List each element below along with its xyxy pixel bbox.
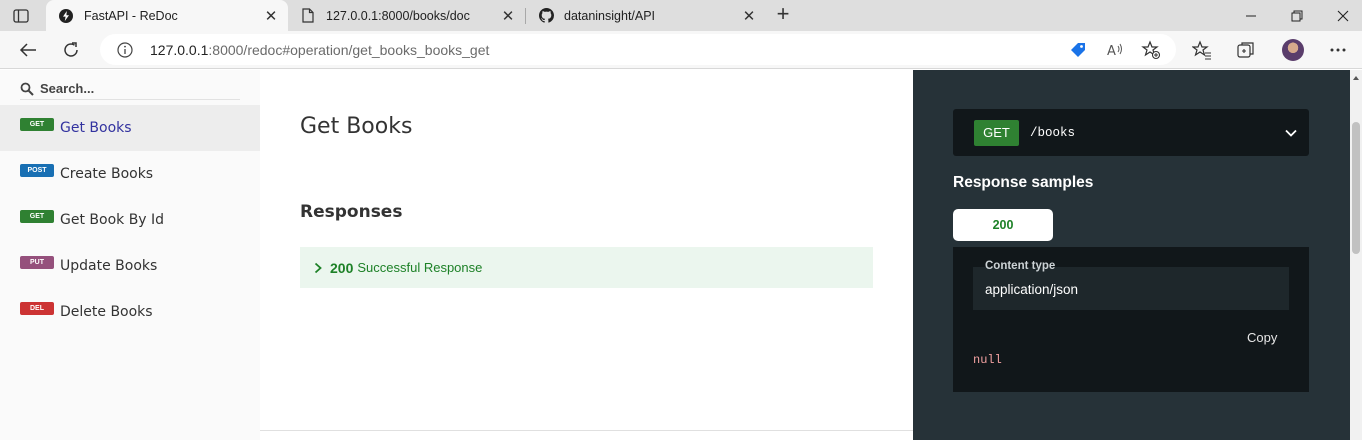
minimize-button[interactable] [1228, 0, 1274, 31]
page-icon [300, 8, 316, 24]
content-type-label: Content type [985, 260, 1056, 272]
content-type-value: application/json [985, 282, 1079, 297]
tab-fastapi-redoc[interactable]: FastAPI - ReDoc ✕ [46, 0, 288, 31]
github-icon [538, 8, 554, 24]
add-favorite-icon[interactable] [1141, 40, 1161, 60]
sidebar-item-label: Delete Books [60, 304, 153, 320]
samples-panel: GET /books Response samples 200 Content … [913, 70, 1350, 440]
bolt-icon [58, 8, 74, 24]
address-bar[interactable]: 127.0.0.1:8000/redoc#operation/get_books… [100, 34, 1176, 65]
sidebar-item-get-book-by-id[interactable]: GET Get Book By Id [0, 197, 260, 243]
endpoint-path: /books [1030, 125, 1076, 140]
chevron-right-icon [314, 261, 324, 275]
sidebar-item-create-books[interactable]: POST Create Books [0, 151, 260, 197]
close-icon[interactable]: ✕ [262, 7, 280, 25]
method-badge: GET [20, 117, 54, 131]
sidebar-item-label: Get Books [60, 120, 132, 136]
sidebar: GET Get Books POST Create Books GET Get … [0, 70, 260, 440]
tab-books-doc[interactable]: 127.0.0.1:8000/books/doc ✕ [288, 0, 525, 31]
sidebar-item-label: Update Books [60, 258, 158, 274]
url-path: :8000/redoc#operation/get_books_books_ge… [208, 41, 490, 58]
tab-github-api[interactable]: dataninsight/API ✕ [526, 0, 766, 31]
tab-status-200[interactable]: 200 [953, 209, 1053, 241]
tab-title: dataninsight/API [564, 8, 656, 23]
sample-panel: Content type application/json Copy null [953, 247, 1309, 392]
browser-tabstrip: FastAPI - ReDoc ✕ 127.0.0.1:8000/books/d… [0, 0, 1362, 31]
response-samples-heading: Response samples [953, 174, 1094, 191]
favorites-icon[interactable] [1191, 39, 1213, 61]
coupon-tag-icon[interactable] [1068, 40, 1088, 60]
url-host: 127.0.0.1 [150, 41, 209, 58]
copy-button[interactable]: Copy [1247, 330, 1277, 345]
page-scrollbar[interactable] [1350, 70, 1362, 440]
close-icon[interactable]: ✕ [499, 7, 517, 25]
info-icon[interactable] [116, 41, 134, 59]
sidebar-item-delete-books[interactable]: DEL Delete Books [0, 289, 260, 335]
browser-toolbar: 127.0.0.1:8000/redoc#operation/get_books… [0, 31, 1362, 69]
http-method-badge: GET [974, 119, 1019, 146]
url-text: 127.0.0.1:8000/redoc#operation/get_books… [150, 42, 489, 58]
responses-heading: Responses [300, 202, 403, 222]
response-200-row[interactable]: 200 Successful Response [300, 247, 873, 288]
new-tab-button[interactable]: + [772, 3, 794, 26]
endpoint-selector[interactable]: GET /books [953, 109, 1309, 156]
restore-button[interactable] [1274, 0, 1320, 31]
sidebar-item-label: Get Book By Id [60, 212, 165, 228]
close-window-button[interactable] [1320, 0, 1362, 31]
response-code: 200 [330, 259, 354, 276]
scroll-up-arrow-icon[interactable] [1352, 74, 1360, 82]
divider [260, 430, 913, 431]
content-type-dropdown[interactable]: Content type application/json [973, 260, 1289, 310]
sidebar-item-get-books[interactable]: GET Get Books [0, 105, 260, 151]
method-badge: POST [20, 163, 54, 177]
tab-actions-icon[interactable] [10, 6, 32, 26]
redoc-page: GET Get Books POST Create Books GET Get … [0, 70, 1350, 440]
search-icon [20, 82, 34, 96]
sample-value: null [973, 353, 1002, 367]
tab-title: 127.0.0.1:8000/books/doc [326, 8, 470, 23]
operation-content: Get Books Responses 200 Successful Respo… [260, 70, 913, 440]
scroll-thumb[interactable] [1352, 122, 1360, 254]
collections-icon[interactable] [1235, 39, 1257, 61]
profile-avatar[interactable] [1282, 39, 1304, 61]
close-icon[interactable]: ✕ [740, 7, 758, 25]
tab-title: FastAPI - ReDoc [84, 8, 178, 23]
chevron-down-icon [1285, 129, 1297, 137]
sidebar-item-update-books[interactable]: PUT Update Books [0, 243, 260, 289]
response-description: Successful Response [357, 260, 483, 275]
svg-text:A: A [1107, 44, 1116, 59]
read-aloud-icon[interactable]: A [1105, 40, 1125, 60]
refresh-icon[interactable] [60, 39, 82, 61]
method-badge: DEL [20, 301, 54, 315]
search-input[interactable] [40, 81, 230, 96]
back-arrow-icon[interactable] [17, 39, 39, 61]
method-badge: GET [20, 209, 54, 223]
method-badge: PUT [20, 255, 54, 269]
more-options-icon[interactable] [1327, 39, 1349, 61]
sidebar-item-label: Create Books [60, 166, 154, 182]
operation-title: Get Books [300, 114, 413, 139]
search-box [20, 78, 240, 100]
